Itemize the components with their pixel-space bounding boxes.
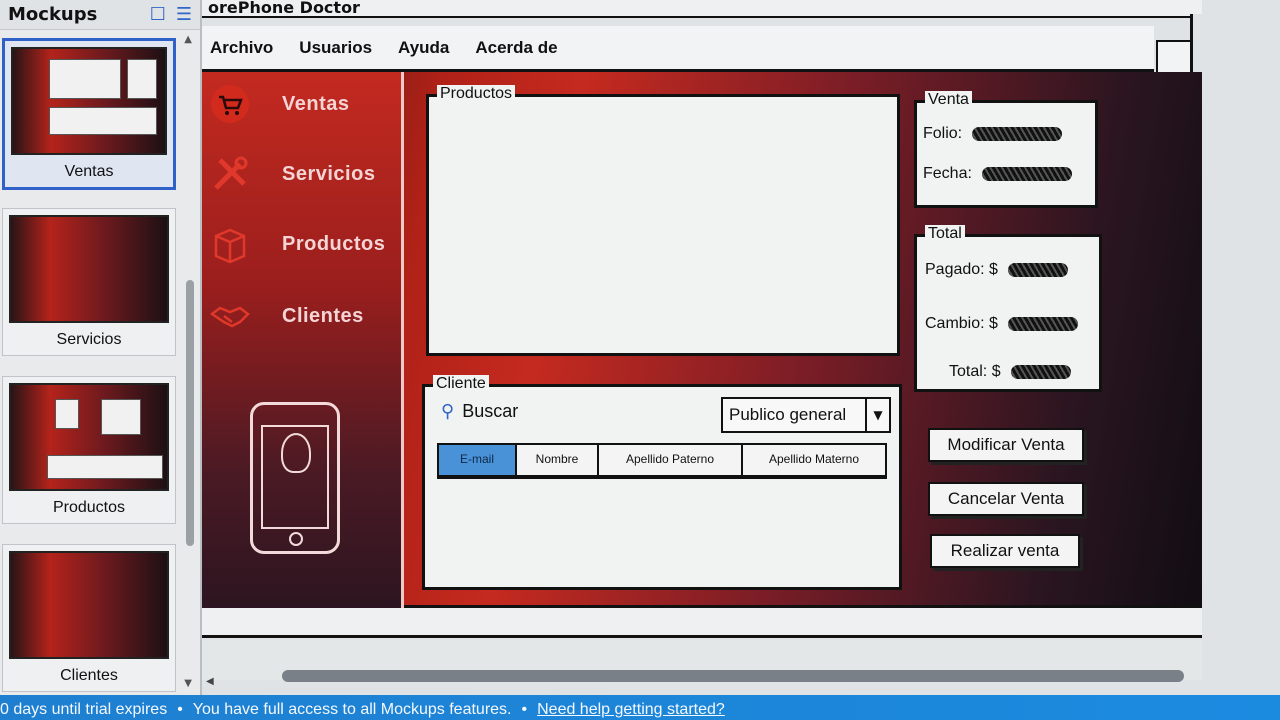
fecha-label: Fecha: <box>923 165 972 182</box>
cliente-type-select[interactable]: Publico general ▼ <box>721 397 891 433</box>
phone-screen <box>261 425 329 529</box>
cambio-label: Cambio: $ <box>925 315 998 332</box>
thumbnail-servicios[interactable]: Servicios <box>2 208 176 356</box>
menu-corner-box <box>1156 40 1192 74</box>
cliente-legend: Cliente <box>433 375 489 393</box>
mockups-header: Mockups ☐ ☰ <box>0 0 200 30</box>
panel-scrollbar[interactable] <box>186 280 194 546</box>
fecha-value <box>981 167 1072 181</box>
sidebar-item-productos[interactable]: Productos <box>202 216 402 272</box>
sidebar: Ventas Servicios Productos Clientes <box>202 72 404 608</box>
menu-acerca[interactable]: Acerda de <box>475 38 557 58</box>
trial-banner: 0 days until trial expires • You have full… <box>0 695 1280 720</box>
folio-label: Folio: <box>923 125 963 142</box>
head-silhouette-icon <box>281 433 311 473</box>
fecha-row: Fecha: <box>923 165 1072 183</box>
sidebar-item-label: Clientes <box>282 304 364 327</box>
chevron-down-icon[interactable]: ▼ <box>865 399 889 431</box>
thumbnail-label: Productos <box>52 499 126 516</box>
thumbnail-preview <box>9 551 169 659</box>
sidebar-item-label: Servicios <box>282 162 376 185</box>
sidebar-item-label: Ventas <box>282 92 350 115</box>
productos-legend: Productos <box>437 85 516 103</box>
scroll-left-icon[interactable]: ◀ <box>206 676 214 687</box>
scroll-down-icon[interactable]: ▼ <box>184 678 192 689</box>
venta-legend: Venta <box>925 91 972 109</box>
cliente-group: Cliente ⚲ Buscar Publico general ▼ E-mai… <box>422 375 902 590</box>
search-field-tabs: E-mail Nombre Apellido Paterno Apellido … <box>437 443 887 479</box>
sidebar-item-label: Productos <box>282 232 386 255</box>
tab-apellido-materno[interactable]: Apellido Materno <box>743 445 885 475</box>
trial-days-text: 0 days until trial expires <box>0 701 168 718</box>
venta-group: Venta Folio: Fecha: <box>914 91 1098 208</box>
thumbnail-label: Ventas <box>64 163 114 180</box>
mockups-panel: Mockups ☐ ☰ Ventas Servicios Productos C… <box>0 0 202 695</box>
tab-apellido-paterno[interactable]: Apellido Paterno <box>599 445 743 475</box>
horizontal-scrollbar[interactable] <box>282 670 1184 682</box>
cart-icon <box>208 82 252 126</box>
select-value: Publico general <box>729 405 847 424</box>
box-icon <box>208 222 252 266</box>
menu-archivo[interactable]: Archivo <box>210 38 273 58</box>
total-group: Total Pagado: $ Cambio: $ Total: $ <box>914 225 1102 392</box>
status-bar <box>202 608 1202 638</box>
total-value <box>1010 365 1071 379</box>
productos-group: Productos <box>426 85 900 356</box>
help-link[interactable]: Need help getting started? <box>537 701 725 718</box>
thumbnail-preview <box>9 215 169 323</box>
folio-value <box>972 127 1063 141</box>
total-legend: Total <box>925 225 965 243</box>
search-icon: ⚲ <box>441 401 455 421</box>
thumbnail-ventas[interactable]: Ventas <box>2 38 176 190</box>
handshake-icon <box>208 294 252 338</box>
thumbnail-label: Clientes <box>60 667 118 684</box>
thumbnail-label: Servicios <box>56 331 122 348</box>
cancelar-venta-button[interactable]: Cancelar Venta <box>928 482 1084 516</box>
menu-ayuda[interactable]: Ayuda <box>398 38 449 58</box>
phone-home-button-icon <box>289 532 303 546</box>
canvas-background <box>1192 14 1280 694</box>
pagado-value <box>1007 263 1068 277</box>
tab-email[interactable]: E-mail <box>439 445 517 475</box>
search-label: Buscar <box>462 401 519 421</box>
folio-row: Folio: <box>923 125 1063 143</box>
total-row: Total: $ <box>949 363 1071 381</box>
pagado-label: Pagado: $ <box>925 261 998 278</box>
thumbnail-preview <box>11 47 167 155</box>
modificar-venta-button[interactable]: Modificar Venta <box>928 428 1084 462</box>
mockups-title: Mockups <box>8 4 98 25</box>
phone-logo <box>250 402 340 554</box>
menu-bar: Archivo Usuarios Ayuda Acerda de <box>202 26 1154 72</box>
search-row[interactable]: ⚲ Buscar <box>441 401 518 422</box>
menu-usuarios[interactable]: Usuarios <box>299 38 372 58</box>
menu-icon[interactable]: ☰ <box>176 4 192 25</box>
sidebar-item-servicios[interactable]: Servicios <box>202 146 402 202</box>
trial-access-text: You have full access to all Mockups feat… <box>192 701 512 718</box>
window-title: orePhone Doctor <box>202 0 1202 18</box>
tab-nombre[interactable]: Nombre <box>517 445 599 475</box>
sidebar-item-clientes[interactable]: Clientes <box>202 288 402 344</box>
cambio-value <box>1007 317 1078 331</box>
thumbnail-clientes[interactable]: Clientes <box>2 544 176 692</box>
total-label: Total: $ <box>949 363 1001 380</box>
cambio-row: Cambio: $ <box>925 315 1078 333</box>
mockup-body: Ventas Servicios Productos Clientes Prod… <box>202 72 1202 608</box>
thumbnail-preview <box>9 383 169 491</box>
window-square-icon[interactable]: ☐ <box>150 4 166 25</box>
sidebar-item-ventas[interactable]: Ventas <box>202 76 402 132</box>
realizar-venta-button[interactable]: Realizar venta <box>930 534 1080 568</box>
pagado-row: Pagado: $ <box>925 261 1068 279</box>
tools-icon <box>208 152 252 196</box>
thumbnail-productos[interactable]: Productos <box>2 376 176 524</box>
scroll-up-icon[interactable]: ▲ <box>184 34 192 45</box>
